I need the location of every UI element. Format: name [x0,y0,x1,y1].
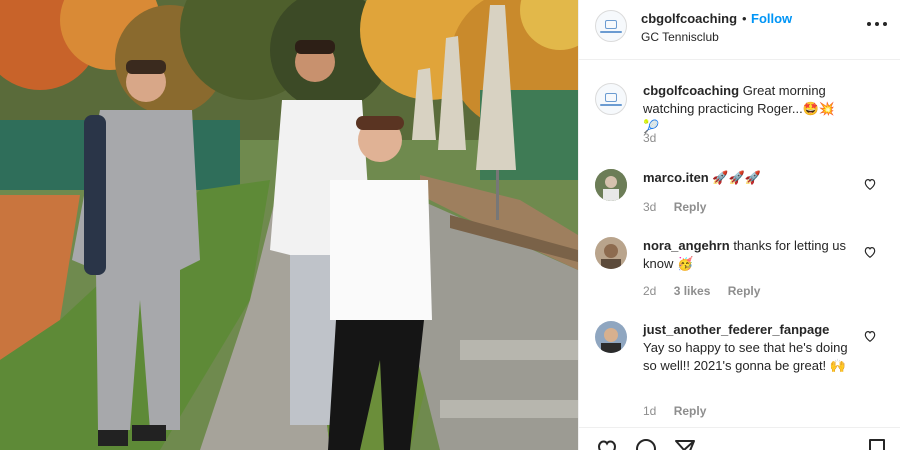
more-options-icon[interactable] [867,14,887,34]
comment-icon[interactable] [634,437,658,450]
like-comment-heart-icon[interactable] [863,177,877,191]
comment-text-block: marco.iten 🚀🚀🚀 [643,169,849,187]
post-side-panel: cbgolfcoaching • Follow GC Tennisclub cb… [578,0,900,450]
post-photo [0,0,578,450]
comment-meta: 2d 3 likes Reply [643,284,774,298]
tennis-club-photo [0,0,578,450]
comment-time: 2d [643,284,657,298]
heart-icon[interactable] [595,437,619,450]
share-icon[interactable] [673,437,697,450]
comment-meta: 3d Reply [643,200,720,214]
commenter-avatar[interactable] [595,237,627,269]
golf-coaching-logo-icon [596,11,626,41]
caption-username[interactable]: cbgolfcoaching [643,83,739,98]
comment-emojis: 🙌 [829,358,846,373]
reply-button[interactable]: Reply [674,404,707,418]
commenter-avatar[interactable] [595,321,627,353]
reply-button[interactable]: Reply [674,200,707,214]
comment-text-block: just_another_federer_fanpage Yay so happ… [643,321,849,375]
avatar-photo-icon [595,321,627,353]
save-icon[interactable] [865,437,889,450]
comment-username[interactable]: marco.iten [643,170,709,185]
comment-time: 3d [643,200,657,214]
comment-text-block: nora_angehrn thanks for letting us know … [643,237,849,273]
post-action-bar [579,427,900,450]
caption-avatar[interactable] [595,83,627,115]
comment-meta: 1d Reply [643,404,720,418]
comment-username[interactable]: just_another_federer_fanpage [643,322,829,337]
reply-button[interactable]: Reply [728,284,761,298]
comment-time: 1d [643,404,657,418]
comment-likes[interactable]: 3 likes [674,284,711,298]
comments-list[interactable]: cbgolfcoaching Great morning watching pr… [579,61,900,427]
comment-emojis: 🥳 [676,256,694,271]
like-comment-heart-icon[interactable] [863,245,877,259]
comment-username[interactable]: nora_angehrn [643,238,730,253]
avatar-photo-icon [595,169,627,201]
like-comment-heart-icon[interactable] [863,329,877,343]
author-username[interactable]: cbgolfcoaching [641,11,737,26]
post-header: cbgolfcoaching • Follow GC Tennisclub [579,0,900,60]
commenter-avatar[interactable] [595,169,627,201]
follow-button[interactable]: Follow [751,11,792,26]
comment-text: Yay so happy to see that he's doing so w… [643,340,848,373]
author-avatar[interactable] [595,10,627,42]
avatar-photo-icon [595,237,627,269]
header-separator: • [742,11,747,26]
caption-text-block: cbgolfcoaching Great morning watching pr… [643,82,849,136]
comment-emojis: 🚀🚀🚀 [712,170,761,185]
golf-coaching-logo-icon [596,84,626,114]
post-location[interactable]: GC Tennisclub [641,30,719,44]
caption-meta: 3d [643,131,670,145]
caption-time: 3d [643,131,657,145]
